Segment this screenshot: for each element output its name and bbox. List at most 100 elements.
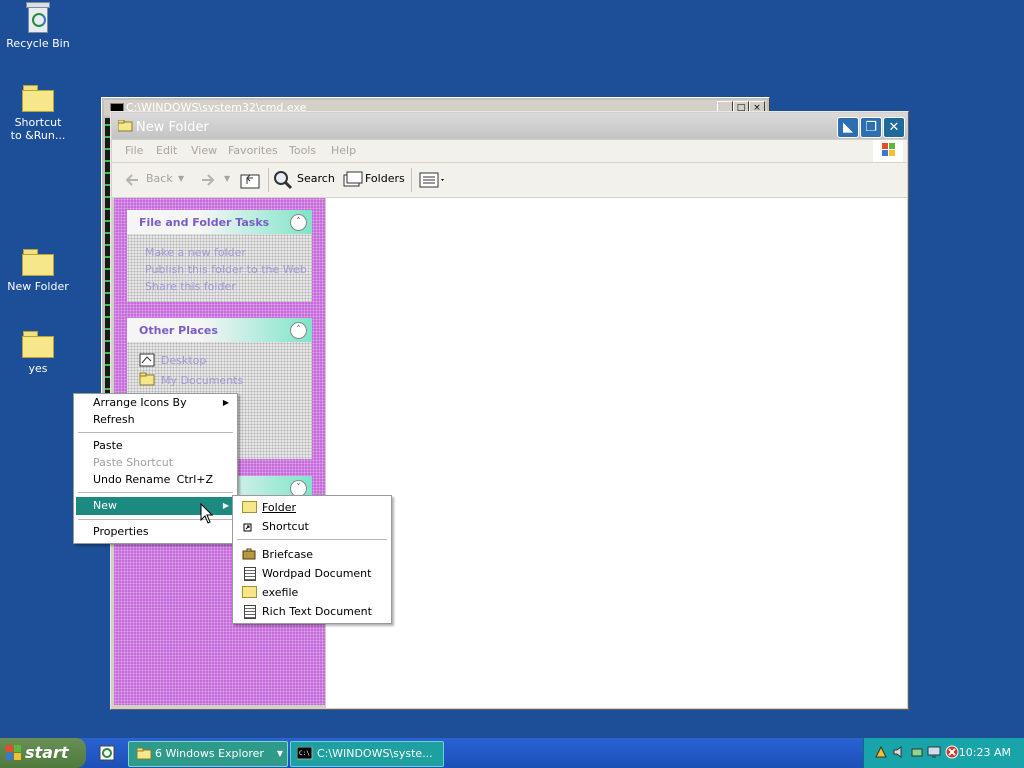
taskbar-item-label: 6 Windows Explorer — [155, 747, 264, 760]
windows-logo-icon — [873, 140, 903, 162]
menu-item-label: Properties — [93, 525, 149, 538]
menu-separator — [237, 539, 387, 540]
place-link-desktop[interactable]: Desktop — [161, 354, 206, 367]
submenu-item-exefile[interactable]: exefile — [235, 583, 389, 602]
desktop-icon-shortcut-run[interactable]: Shortcut to &Run... — [0, 85, 76, 142]
command-prompt-icon: C:\ — [297, 747, 313, 760]
views-icon[interactable] — [419, 172, 447, 188]
menu-item-paste[interactable]: Paste — [76, 437, 235, 455]
menu-item-label: Paste — [93, 439, 123, 452]
forward-dropdown-icon[interactable]: ▼ — [224, 174, 230, 183]
document-icon — [244, 567, 256, 581]
submenu-item-label: Wordpad Document — [262, 567, 372, 580]
clock[interactable]: 10:23 AM — [959, 746, 1011, 759]
forward-arrow-icon[interactable] — [200, 172, 216, 188]
minimize-button[interactable]: ◣ — [837, 117, 859, 138]
menu-item-arrange-icons-by[interactable]: Arrange Icons By ▶ — [76, 394, 235, 412]
submenu-item-label: Rich Text Document — [262, 605, 372, 618]
submenu-arrow-icon: ▶ — [222, 398, 229, 407]
panel-header[interactable]: File and Folder Tasks ˄ — [127, 210, 312, 234]
shortcut-icon — [243, 523, 252, 532]
menu-favorites[interactable]: Favorites — [228, 144, 278, 157]
menu-item-label: Arrange Icons By — [93, 396, 187, 409]
submenu-item-label: Briefcase — [262, 548, 314, 561]
submenu-item-wordpad-document[interactable]: Wordpad Document — [235, 564, 389, 583]
desktop-icon-new-folder[interactable]: New Folder — [0, 249, 76, 293]
menu-help[interactable]: Help — [331, 144, 356, 157]
search-icon — [274, 171, 293, 190]
maximize-button[interactable]: ❐ — [860, 117, 882, 138]
new-submenu: Folder Shortcut Briefcase Wordpad Docume… — [232, 495, 392, 624]
menu-item-shortcut: Ctrl+Z — [176, 473, 213, 486]
submenu-item-briefcase[interactable]: Briefcase — [235, 545, 389, 564]
network-tray-icon[interactable] — [874, 745, 888, 759]
menu-item-undo-rename[interactable]: Undo Rename Ctrl+Z — [76, 471, 235, 489]
toolbar: Back ▼ ▼ Search Folders — [112, 163, 907, 198]
safely-remove-tray-icon[interactable] — [910, 745, 924, 759]
submenu-item-folder[interactable]: Folder — [235, 498, 389, 517]
desktop-icon-recycle-bin[interactable]: Recycle Bin — [0, 2, 76, 50]
submenu-item-rich-text-document[interactable]: Rich Text Document — [235, 602, 389, 621]
search-button[interactable]: Search — [297, 172, 335, 185]
taskbar-item-windows-explorer[interactable]: 6 Windows Explorer ▼ — [128, 741, 288, 767]
back-dropdown-icon[interactable]: ▼ — [178, 174, 184, 183]
menu-bar: File Edit View Favorites Tools Help — [112, 140, 907, 163]
desktop-icon-label: yes — [28, 362, 48, 375]
desktop-icon-label: New Folder — [7, 280, 69, 293]
my-documents-icon — [139, 372, 155, 386]
window-title: New Folder — [136, 120, 209, 135]
submenu-item-label: exefile — [262, 586, 299, 599]
volume-tray-icon[interactable] — [892, 745, 906, 759]
submenu-arrow-icon: ▶ — [222, 501, 229, 510]
folders-icon — [343, 171, 363, 187]
menu-item-label: Undo Rename — [93, 473, 171, 486]
taskbar-group-dropdown-icon: ▼ — [276, 749, 283, 758]
task-link-share[interactable]: Share this folder — [145, 280, 236, 293]
start-button[interactable]: start — [0, 738, 86, 768]
mouse-cursor-icon — [200, 503, 214, 524]
panel-header[interactable]: Other Places ˄ — [127, 318, 312, 342]
desktop-icon-label: Recycle Bin — [6, 37, 70, 50]
submenu-item-shortcut[interactable]: Shortcut — [235, 517, 389, 536]
back-button[interactable]: Back — [146, 172, 173, 185]
menu-view[interactable]: View — [191, 144, 217, 157]
menu-edit[interactable]: Edit — [156, 144, 177, 157]
folder-icon — [242, 501, 257, 513]
folders-button[interactable]: Folders — [365, 172, 405, 185]
menu-item-label: Paste Shortcut — [93, 456, 174, 469]
file-folder-tasks-panel: File and Folder Tasks ˄ Make a new folde… — [127, 210, 312, 302]
quick-launch-icon[interactable] — [98, 744, 116, 762]
display-tray-icon[interactable] — [927, 745, 941, 759]
collapse-chevron-icon[interactable]: ˄ — [290, 322, 307, 339]
menu-item-refresh[interactable]: Refresh — [76, 411, 235, 429]
recycle-bin-icon — [26, 2, 50, 33]
menu-separator — [78, 432, 233, 433]
submenu-item-label: Shortcut — [262, 520, 309, 533]
menu-tools[interactable]: Tools — [289, 144, 316, 157]
menu-item-properties[interactable]: Properties — [76, 523, 235, 541]
task-link-publish[interactable]: Publish this folder to the Web — [145, 263, 307, 276]
desktop-icon — [139, 353, 155, 367]
folder-icon — [118, 120, 133, 132]
up-folder-icon[interactable] — [240, 171, 260, 189]
desktop-icon-label: Shortcut to &Run... — [10, 116, 66, 142]
desktop-icon-yes[interactable]: yes — [0, 331, 76, 375]
back-arrow-icon[interactable] — [124, 172, 140, 188]
menu-item-label: New — [93, 499, 117, 512]
place-link-my-documents[interactable]: My Documents — [161, 374, 243, 387]
submenu-item-label: Folder — [262, 501, 296, 514]
file-list-area[interactable] — [326, 198, 907, 708]
menu-file[interactable]: File — [125, 144, 143, 157]
collapse-chevron-icon[interactable]: ˄ — [290, 214, 307, 231]
briefcase-icon — [242, 548, 256, 560]
explorer-titlebar[interactable]: New Folder ◣ ❐ ✕ — [112, 113, 907, 139]
folder-icon — [242, 586, 257, 598]
task-link-make-folder[interactable]: Make a new folder — [145, 246, 246, 259]
start-label: start — [25, 743, 69, 762]
close-button[interactable]: ✕ — [883, 117, 905, 138]
taskbar-item-command-prompt[interactable]: C:\ C:\WINDOWS\syste... — [290, 741, 444, 767]
taskbar: start 6 Windows Explorer ▼ C:\ C:\WINDOW… — [0, 738, 1024, 768]
security-alert-tray-icon[interactable] — [945, 745, 959, 759]
document-icon — [244, 605, 256, 619]
panel-title: Other Places — [139, 324, 218, 337]
